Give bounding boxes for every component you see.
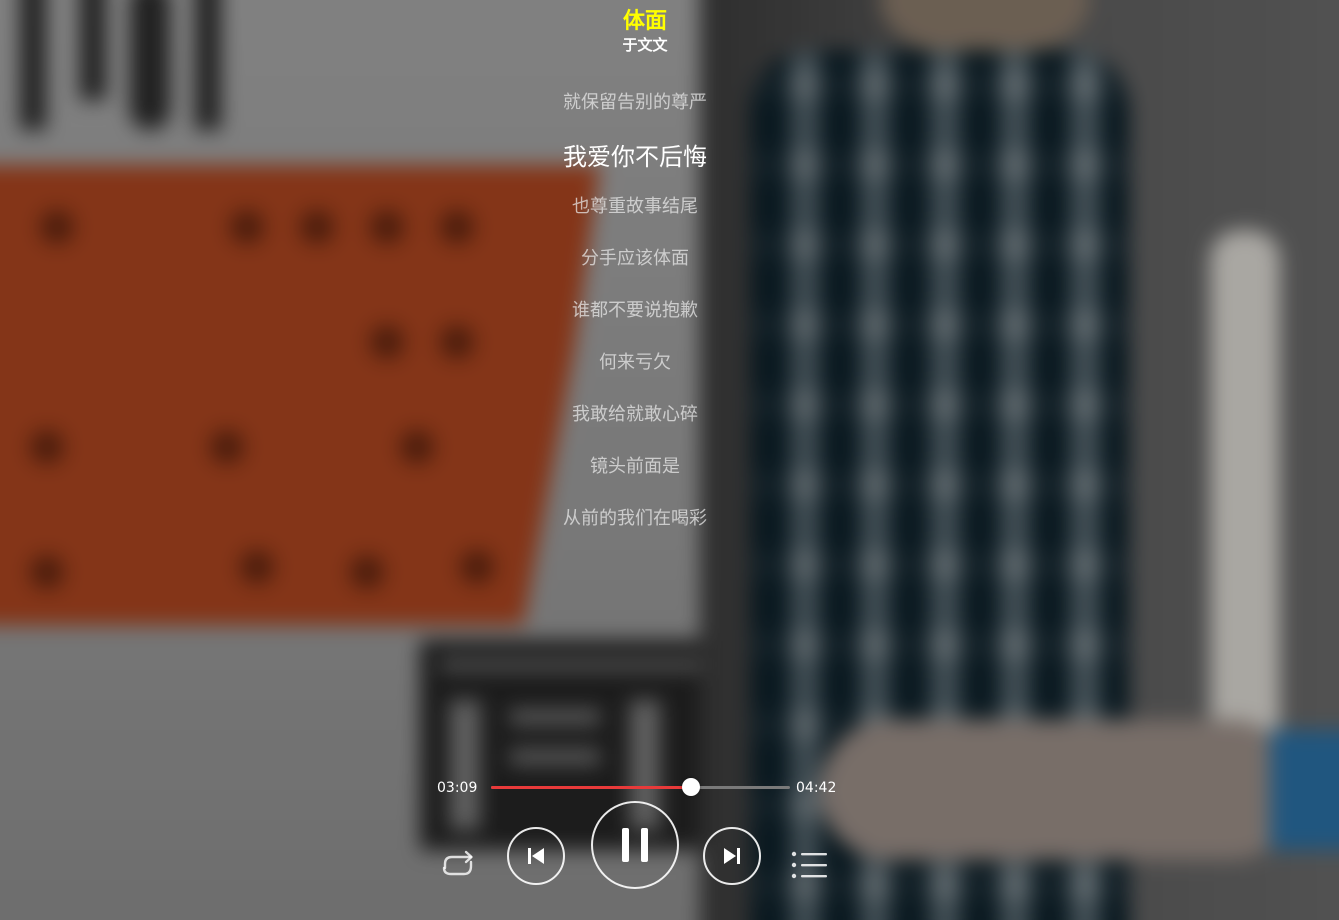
repeat-button[interactable] — [436, 842, 480, 886]
lyric-line: 何来亏欠 — [599, 352, 671, 373]
previous-button[interactable] — [507, 827, 565, 885]
lyrics-panel[interactable]: 就保留告别的尊严 我爱你不后悔 也尊重故事结尾 分手应该体面 谁都不要说抱歉 何… — [435, 0, 835, 560]
playlist-icon — [791, 851, 827, 879]
total-time: 04:42 — [796, 780, 837, 796]
lyric-line: 也尊重故事结尾 — [572, 196, 698, 217]
progress-bar[interactable] — [491, 778, 790, 796]
playlist-button[interactable] — [787, 846, 831, 884]
play-pause-button[interactable] — [591, 801, 679, 889]
lyric-line-active: 我爱你不后悔 — [563, 143, 707, 171]
pause-icon — [622, 828, 648, 862]
lyric-line: 就保留告别的尊严 — [563, 92, 707, 113]
skip-previous-icon — [528, 848, 544, 864]
lyric-line: 我敢给就敢心碎 — [572, 404, 698, 425]
lyric-line: 从前的我们在喝彩 — [563, 508, 707, 529]
music-player: 体面 于文文 就保留告别的尊严 我爱你不后悔 也尊重故事结尾 分手应该体面 谁都… — [0, 0, 1339, 920]
lyric-line: 镜头前面是 — [590, 456, 680, 477]
current-time: 03:09 — [437, 780, 478, 796]
lyric-line: 分手应该体面 — [581, 248, 689, 269]
next-button[interactable] — [703, 827, 761, 885]
progress-played — [491, 786, 692, 789]
lyric-line: 谁都不要说抱歉 — [572, 300, 698, 321]
repeat-icon — [442, 850, 473, 876]
skip-next-icon — [724, 848, 740, 864]
